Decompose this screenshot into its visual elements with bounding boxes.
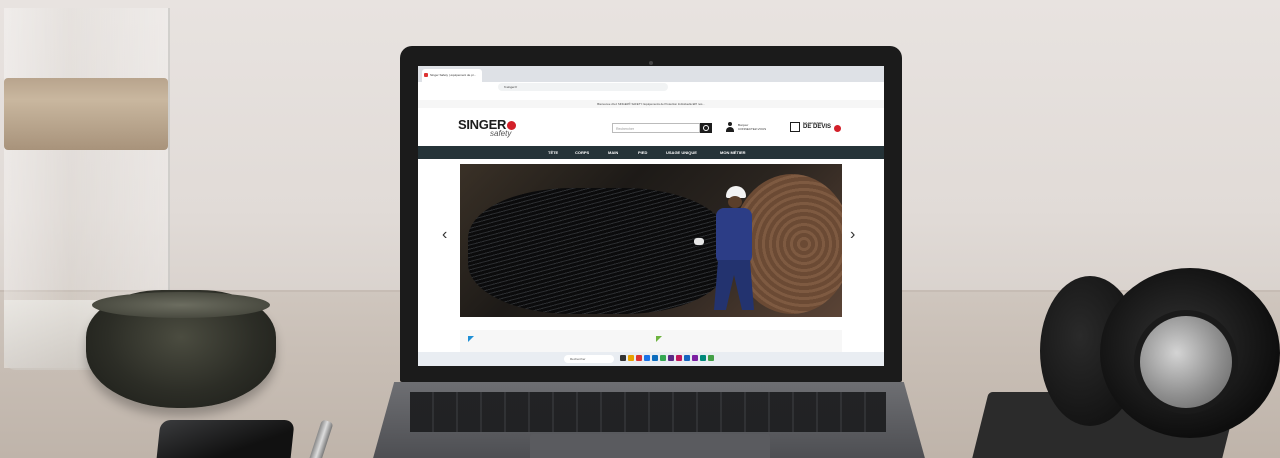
headphones <box>1040 268 1280 438</box>
nav-item-tete[interactable]: TÊTE <box>548 146 558 159</box>
browser-tab-title: Singer Safety | équipement de pr... <box>430 73 477 77</box>
taskbar-app-icon[interactable] <box>700 355 706 361</box>
main-nav <box>418 146 884 159</box>
worker-head <box>728 196 742 208</box>
desk-scene: Singer Safety | équipement de pr... fr.s… <box>0 0 1280 458</box>
taskbar-app-icon[interactable] <box>652 355 658 361</box>
headphone-metal-plate <box>1140 316 1232 408</box>
smartphone <box>155 420 295 458</box>
clipboard-icon[interactable] <box>790 122 800 132</box>
browser-tab[interactable]: Singer Safety | équipement de pr... <box>422 69 482 82</box>
chevron-left-icon[interactable]: ‹ <box>442 226 447 244</box>
features-band <box>460 330 842 352</box>
taskbar-app-icon[interactable] <box>708 355 714 361</box>
nav-item-corps[interactable]: CORPS <box>575 146 589 159</box>
site-logo[interactable]: SINGER safety <box>458 116 517 138</box>
hero-slide-image <box>460 164 842 317</box>
taskbar-app-icon[interactable] <box>620 355 626 361</box>
address-bar[interactable]: fr.singer.fr <box>498 83 668 91</box>
worker-overalls <box>716 208 752 264</box>
nav-item-usage-unique[interactable]: USAGE UNIQUE <box>666 146 697 159</box>
chrome-icon[interactable] <box>660 355 666 361</box>
search-input[interactable]: Rechercher <box>612 123 700 133</box>
green-corner-icon <box>656 336 662 342</box>
edge-icon[interactable] <box>644 355 650 361</box>
account-link[interactable]: Bonjour CONNECTEZ-VOUS <box>738 123 766 131</box>
blue-corner-icon <box>468 336 474 342</box>
cable-coil <box>468 188 728 314</box>
taskbar-app-icon[interactable] <box>668 355 674 361</box>
folder-icon[interactable] <box>628 355 634 361</box>
taskbar-app-icon[interactable] <box>692 355 698 361</box>
taskbar-app-icon[interactable] <box>636 355 642 361</box>
trackpad <box>530 434 770 458</box>
worker-glove <box>694 238 704 245</box>
taskbar-search[interactable]: Rechercher <box>564 355 614 363</box>
quote-label-big: DE DEVIS <box>803 124 832 130</box>
chevron-right-icon[interactable]: › <box>850 226 855 244</box>
search-icon[interactable] <box>700 123 712 133</box>
worker-legs <box>714 260 754 310</box>
jar-wood-band <box>4 78 168 150</box>
worker-figure <box>694 186 756 316</box>
nav-item-pied[interactable]: PIED <box>638 146 647 159</box>
logo-subtitle: safety <box>490 129 512 138</box>
nav-item-main[interactable]: MAIN <box>608 146 618 159</box>
taskbar-app-icon[interactable] <box>684 355 690 361</box>
site-topbar: Bienvenue chez SINGER® SAFETY. Equipemen… <box>418 100 884 108</box>
nav-item-mon-metier[interactable]: MON MÉTIER <box>720 146 746 159</box>
glass-bowl-rim <box>92 292 270 318</box>
taskbar-app-icon[interactable] <box>676 355 682 361</box>
user-icon[interactable] <box>726 122 734 132</box>
browser-tab-strip <box>418 66 884 82</box>
quote-count-badge <box>834 125 841 132</box>
account-login: CONNECTEZ-VOUS <box>738 127 767 131</box>
quote-request-link[interactable]: MA DEMANDE DE DEVIS <box>803 121 832 130</box>
favicon-icon <box>424 73 428 77</box>
webcam-icon <box>649 61 653 65</box>
keyboard <box>410 392 886 432</box>
laptop-screen: Singer Safety | équipement de pr... fr.s… <box>418 66 884 366</box>
os-taskbar <box>418 352 884 366</box>
